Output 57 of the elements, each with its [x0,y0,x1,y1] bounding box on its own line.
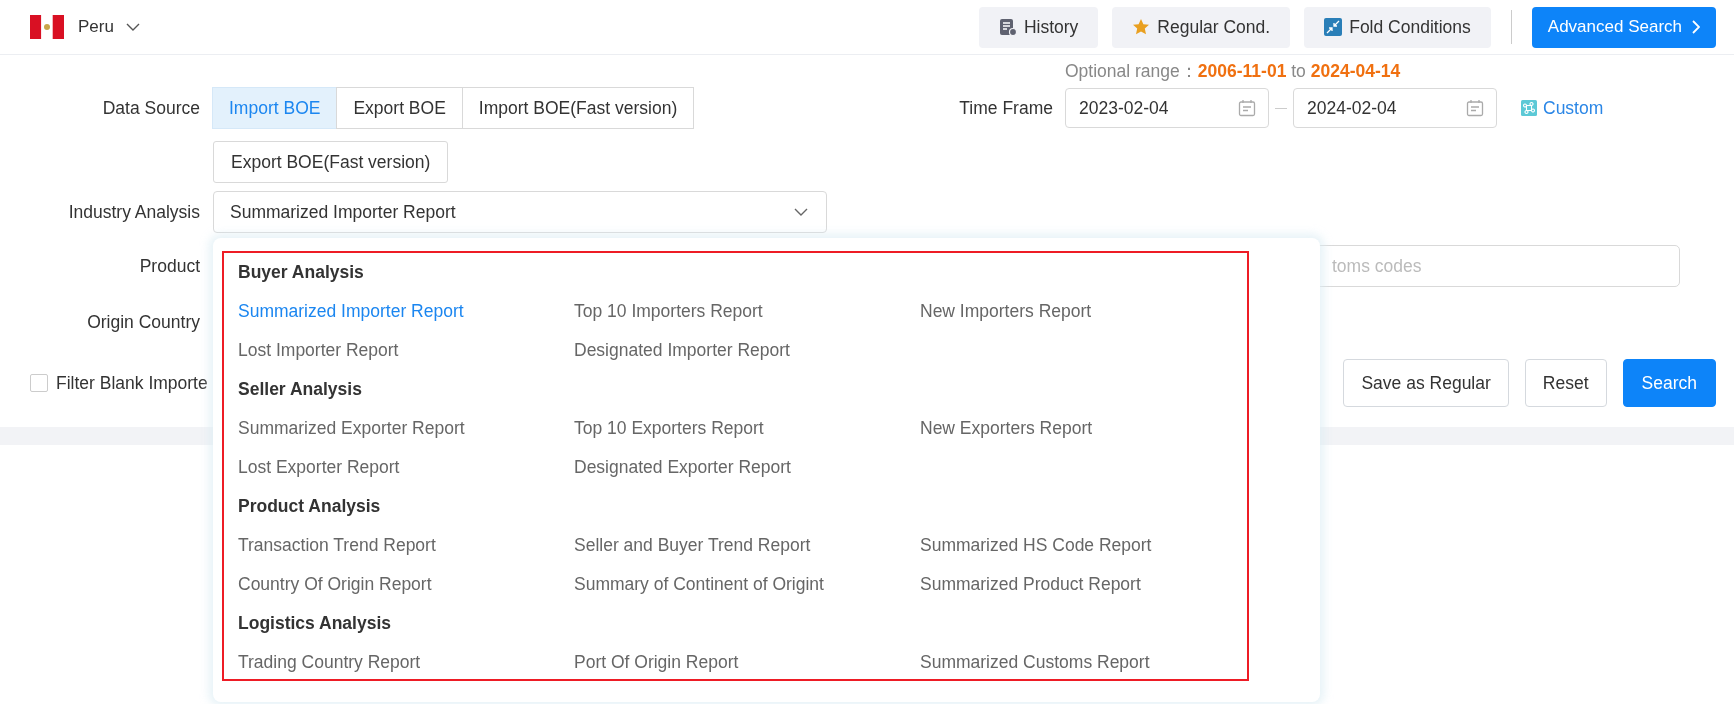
report-option[interactable]: New Importers Report [920,301,1092,322]
calendar-icon [1238,99,1256,117]
report-option[interactable]: Designated Exporter Report [574,457,791,478]
field-label: Origin Country [86,311,200,333]
report-option[interactable]: Trading Country Report [238,652,421,673]
data-source-option[interactable]: Export BOE [336,87,463,129]
action-button[interactable]: Search [1622,359,1716,407]
toolbar-button[interactable]: Fold Conditions [1304,6,1491,48]
report-option[interactable]: New Exporters Report [920,418,1093,439]
date-field[interactable]: 2023-02-04 [1065,88,1269,128]
data-source-option[interactable]: Export BOE(Fast version) [213,141,449,183]
report-option[interactable]: Transaction Trend Report [238,535,436,556]
report-option[interactable]: Summarized Exporter Report [238,418,465,439]
report-option[interactable]: Port Of Origin Report [574,652,739,673]
report-option[interactable]: Country Of Origin Report [238,574,432,595]
report-option[interactable]: Top 10 Importers Report [574,301,763,322]
report-option[interactable]: Summary of Continent of Origint [574,574,824,595]
peru-flag-icon [30,15,64,39]
optional-range-text: Optional range：2006-11-01 to 2024-04-14 [1065,60,1401,83]
custom-link[interactable]: Custom [1543,97,1604,119]
group-heading: Product Analysis [238,495,382,518]
industry-analysis-select[interactable]: Summarized Importer Report [213,191,827,233]
report-option[interactable]: Lost Importer Report [238,340,399,361]
chevron-down-icon[interactable] [125,23,140,31]
group-heading: Buyer Analysis [238,261,365,284]
country-name[interactable]: Peru [78,17,114,37]
toolbar-button[interactable]: History [978,6,1099,48]
data-source-option[interactable]: Import BOE [212,87,338,129]
report-option[interactable]: Designated Importer Report [574,340,790,361]
report-option[interactable]: Summarized Importer Report [238,301,464,322]
data-source-option[interactable]: Import BOE(Fast version) [461,87,695,129]
collapse-icon [1324,18,1343,36]
chevron-down-icon [794,208,808,216]
report-option[interactable]: Summarized HS Code Report [920,535,1152,556]
report-option[interactable]: Summarized Product Report [920,574,1141,595]
calendar-icon [1466,99,1484,117]
action-button[interactable]: Save as Regular [1343,359,1509,407]
toolbar-button[interactable]: Regular Cond. [1112,6,1291,48]
report-option[interactable]: Top 10 Exporters Report [574,418,764,439]
field-label: Industry Analysis [67,201,200,223]
command-icon [1521,100,1537,116]
report-option[interactable]: Seller and Buyer Trend Report [574,535,811,556]
star-icon [1132,18,1151,36]
report-option[interactable]: Lost Exporter Report [238,457,400,478]
group-heading: Seller Analysis [238,378,363,401]
group-heading: Logistics Analysis [238,612,392,635]
report-option[interactable]: Summarized Customs Report [920,652,1150,673]
field-label: Product [138,255,200,277]
history-icon [998,18,1017,36]
date-field[interactable]: 2024-02-04 [1293,88,1497,128]
checkbox-label[interactable]: Filter Blank Importe [56,372,208,394]
field-label: Data Source [101,97,200,119]
checkbox[interactable] [30,374,48,392]
advanced-search-button[interactable]: Advanced Search [1531,6,1716,48]
action-button[interactable]: Reset [1524,359,1607,407]
chevron-right-icon [1692,20,1700,34]
field-label: Time Frame [958,97,1053,119]
